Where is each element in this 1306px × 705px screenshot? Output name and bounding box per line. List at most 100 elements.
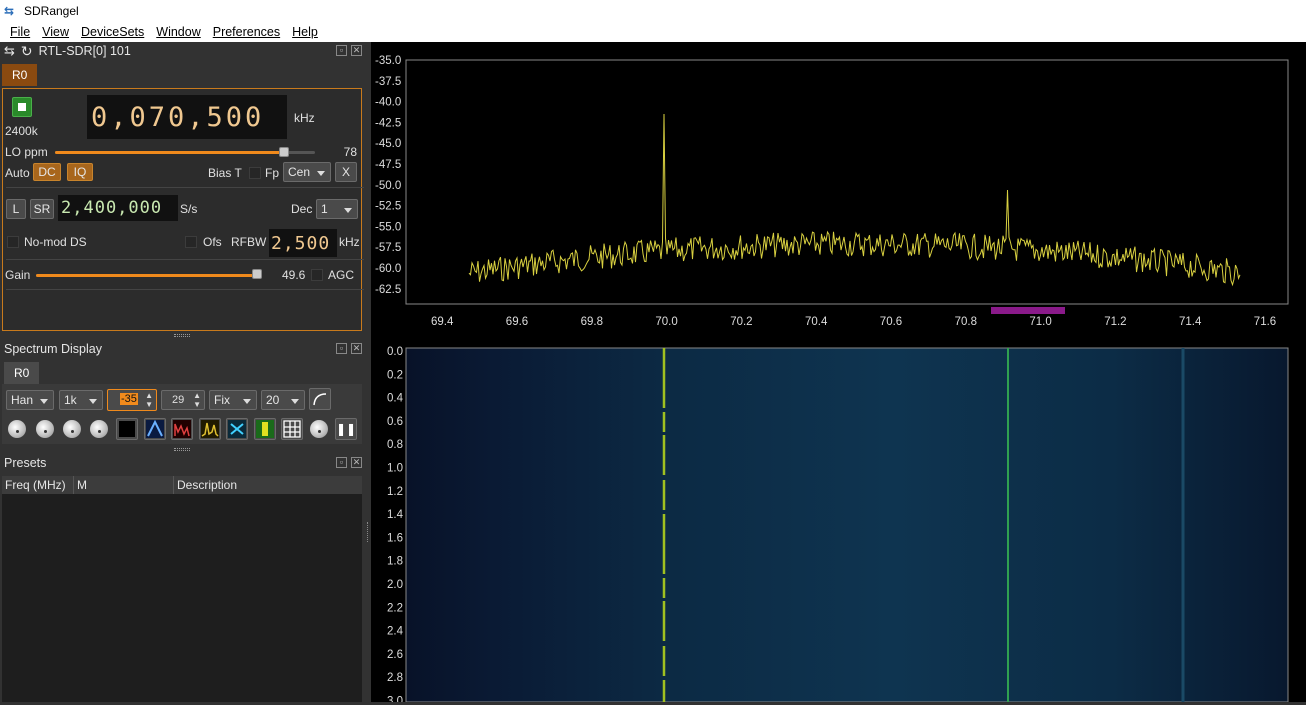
x-tick-label: 71.4 [1179,316,1202,328]
no-mod-ds-label: No-mod DS [24,235,87,249]
lo-ppm-slider-fill [55,151,284,154]
grid-intensity-knob[interactable] [90,420,108,438]
menu-bar: File View DeviceSets Window Preferences … [0,22,1306,42]
waterfall-tick-label: 1.0 [387,463,403,475]
float-icon[interactable]: ▫ [336,45,347,56]
menu-preferences[interactable]: Preferences [213,25,280,39]
y-tick-label: -50.0 [375,180,401,192]
histogram-icon [173,420,191,438]
level-mode-select[interactable]: Fix [209,390,257,410]
x-tick-label: 70.4 [805,316,828,328]
lo-ppm-slider-handle[interactable] [278,147,289,157]
ref-level-spinbox[interactable]: -35 ▲ ▼ [107,389,157,411]
sr-mode-button[interactable]: SR [30,199,54,219]
lo-ppm-value: 78 [343,145,357,159]
app-logo-icon: ⇆ [4,4,15,18]
column-mode[interactable]: M [74,476,174,494]
bias-t-checkbox[interactable] [249,167,261,179]
tab-device-r0[interactable]: R0 [2,64,38,86]
waterfall-tick-label: 0.2 [387,369,403,381]
tab-spectrum-r0[interactable]: R0 [4,362,40,384]
stroke-knob[interactable] [63,420,81,438]
grid-icon [283,420,301,438]
bias-t-label: Bias T [208,166,242,180]
spin-arrows-icon: ▲ ▼ [145,391,153,409]
waterfall-tick-label: 3.0 [387,696,403,703]
spectrum-display-title: Spectrum Display [4,342,102,356]
transverter-button[interactable]: X [335,162,357,182]
menu-devicesets[interactable]: DeviceSets [81,25,144,39]
menu-window[interactable]: Window [156,25,200,39]
agc-checkbox[interactable] [311,269,323,281]
y-tick-label: -55.0 [375,221,401,233]
iq-correction-button[interactable]: IQ [67,163,93,181]
left-dock-area: ⇆ ↻ RTL-SDR[0] 101 ▫ ✕ R0 2400k 0,070,500… [0,42,366,702]
menu-view[interactable]: View [42,25,69,39]
decay-divisor-knob[interactable] [36,420,54,438]
presets-list[interactable] [2,494,362,702]
swap-icon[interactable]: ⇆ [4,43,15,59]
menu-help[interactable]: Help [292,25,318,39]
grid-knob[interactable] [310,420,328,438]
start-stop-button[interactable] [12,97,32,117]
3d-spectrogram-button[interactable] [254,418,276,440]
decimation-label: Dec [291,202,313,216]
linear-scale-button[interactable] [309,388,331,410]
no-mod-ds-checkbox[interactable] [7,236,19,248]
waterfall-tick-label: 2.8 [387,672,403,684]
float-icon[interactable]: ▫ [336,343,347,354]
curve-icon [313,393,327,406]
gain-value: 49.6 [282,268,306,282]
pause-icon: ❚❚ [335,422,357,436]
column-freq[interactable]: Freq (MHz) [2,476,74,494]
close-icon[interactable]: ✕ [351,343,362,354]
close-icon[interactable]: ✕ [351,457,362,468]
decimation-select[interactable]: 1 [316,199,358,219]
grid-button[interactable] [281,418,303,440]
waterfall-button[interactable] [226,418,248,440]
column-description[interactable]: Description [174,476,362,494]
fft-window-select[interactable]: Han [6,390,54,410]
waterfall-tick-label: 1.8 [387,556,403,568]
title-bar: ⇆ SDRangel [0,0,1306,22]
menu-file[interactable]: File [10,25,30,39]
x-tick-label: 71.6 [1254,316,1276,328]
spectrum-canvas[interactable]: -35.0 -37.5 -40.0 -42.5 -45.0 -47.5 -50.0 -52.5… [371,42,1306,705]
dock-resize-grip[interactable] [174,448,190,451]
decay-knob[interactable] [8,420,26,438]
float-icon[interactable]: ▫ [336,457,347,468]
fp-position-select[interactable]: Cen [283,162,331,182]
dc-correction-button[interactable]: DC [33,163,61,181]
fft-size-select[interactable]: 1k [59,390,103,410]
close-icon[interactable]: ✕ [351,45,362,56]
clear-spectrum-button[interactable] [116,418,138,440]
rfbw-unit: kHz [339,235,360,249]
dock-resize-grip[interactable] [174,334,190,337]
spin-arrows-icon: ▲ ▼ [193,391,201,409]
black-square-icon [119,421,135,437]
waterfall-frame [405,347,1289,703]
channel-marker[interactable] [991,307,1065,314]
offset-tuning-label: Ofs [203,235,222,249]
waterfall-icon [228,420,246,438]
spectrum-view[interactable]: -35.0 -37.5 -40.0 -42.5 -45.0 -47.5 -50.0 -52.5… [371,42,1306,705]
lock-button[interactable]: L [6,199,26,219]
x-tick-label: 69.6 [506,316,528,328]
waterfall-tick-label: 1.4 [387,509,404,521]
rfbw-dial[interactable]: 2,500 [269,229,337,257]
reload-icon[interactable]: ↻ [21,43,33,60]
averaging-select[interactable]: 20 [261,390,305,410]
gain-slider-handle[interactable] [251,269,262,279]
sample-rate-value: 2,400,000 [61,198,163,218]
frequency-dial[interactable]: 0,070,500 [87,95,287,139]
waterfall-tick-label: 1.2 [387,486,403,498]
pause-button[interactable]: ❚❚ [335,418,357,440]
range-spinbox[interactable]: 29 ▲ ▼ [161,390,205,410]
window-title: SDRangel [24,4,79,18]
histogram-button[interactable] [171,418,193,440]
x-tick-label: 70.8 [955,316,977,328]
sample-rate-dial[interactable]: 2,400,000 [58,195,178,221]
max-hold-button[interactable] [144,418,166,440]
spectrum-trace-button[interactable] [199,418,221,440]
offset-tuning-checkbox[interactable] [185,236,197,248]
